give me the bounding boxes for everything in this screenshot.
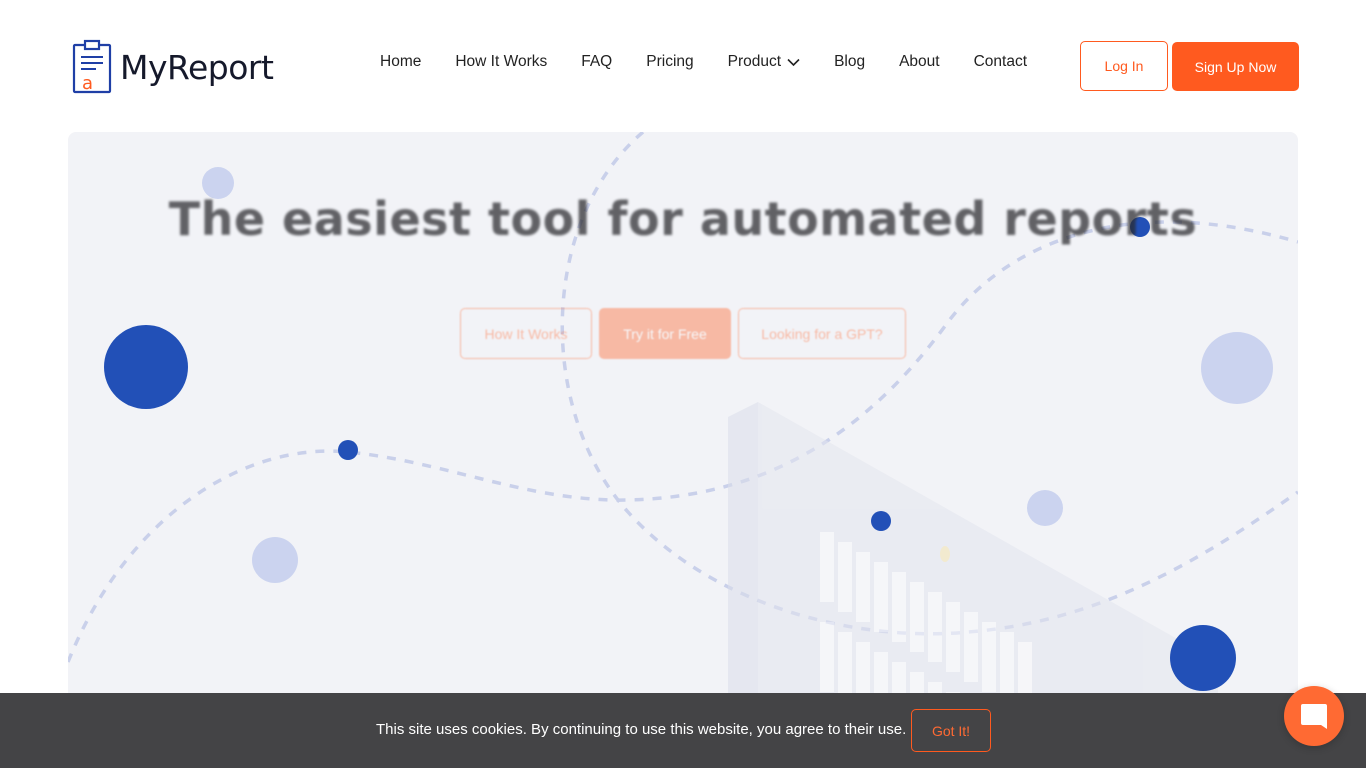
brand-name: MyReport — [120, 47, 274, 87]
login-button[interactable]: Log In — [1080, 41, 1168, 91]
nav-about[interactable]: About — [899, 53, 940, 71]
nav-how-it-works[interactable]: How It Works — [455, 53, 547, 71]
nav-home[interactable]: Home — [380, 53, 421, 71]
chat-launcher-button[interactable] — [1284, 686, 1344, 746]
hero-button-group: How It Works Try it for Free Looking for… — [460, 308, 913, 359]
try-free-button[interactable]: Try it for Free — [599, 308, 731, 359]
nav-blog[interactable]: Blog — [834, 53, 865, 71]
brand-logo[interactable]: a MyReport — [72, 39, 274, 95]
nav-product-label: Product — [727, 53, 782, 70]
main-nav: Home How It Works FAQ Pricing Product Bl… — [380, 53, 1027, 71]
hero-title: The easiest tool for automated reports — [168, 192, 1198, 246]
clipboard-report-icon: a — [72, 39, 112, 94]
chevron-down-icon — [787, 58, 800, 66]
svg-text:a: a — [82, 73, 93, 94]
nav-faq[interactable]: FAQ — [581, 53, 612, 71]
cookie-accept-button[interactable]: Got It! — [911, 709, 991, 752]
cookie-message: This site uses cookies. By continuing to… — [376, 721, 907, 738]
chat-bubble-icon — [1301, 704, 1327, 729]
site-header: a MyReport Home How It Works FAQ Pricing… — [0, 0, 1366, 130]
hero-section: The easiest tool for automated reports H… — [68, 132, 1298, 768]
nav-contact[interactable]: Contact — [974, 53, 1027, 71]
nav-pricing[interactable]: Pricing — [646, 53, 693, 71]
nav-product[interactable]: Product — [728, 53, 800, 71]
cookie-banner: This site uses cookies. By continuing to… — [0, 693, 1366, 768]
how-it-works-button[interactable]: How It Works — [460, 308, 592, 359]
gpt-button[interactable]: Looking for a GPT? — [738, 308, 906, 359]
signup-button[interactable]: Sign Up Now — [1172, 42, 1299, 91]
